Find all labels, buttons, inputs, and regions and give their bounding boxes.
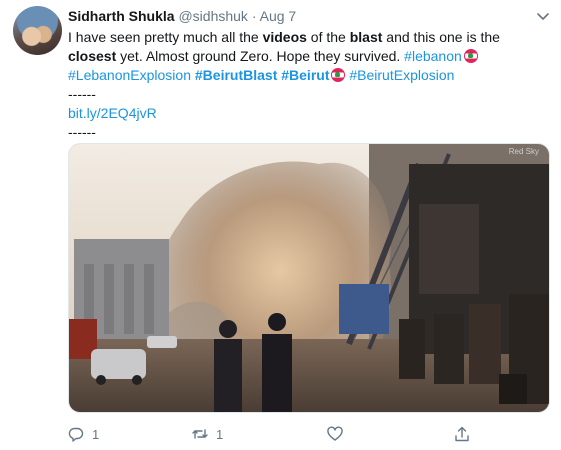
tweet-actions: 1 1: [68, 424, 550, 444]
heart-icon: [327, 426, 343, 441]
lebanon-flag-icon: [331, 68, 346, 82]
author-handle[interactable]: @sidhshuk: [178, 8, 247, 24]
share-button[interactable]: [454, 424, 470, 444]
author-name[interactable]: Sidharth Shukla: [68, 8, 175, 24]
text-segment: yet. Almost ground Zero. Hope they survi…: [116, 48, 405, 64]
like-button[interactable]: [327, 424, 343, 444]
hashtag-beirutexplosion[interactable]: #BeirutExplosion: [349, 67, 454, 83]
divider-line: ------: [68, 86, 96, 102]
hashtag-lebanon[interactable]: #lebanon: [404, 48, 462, 64]
tweet-line-2: closest yet. Almost ground Zero. Hope th…: [68, 47, 538, 66]
tweet: Sidharth Shukla @sidhshuk · Aug 7 I have…: [0, 0, 561, 450]
retweet-button[interactable]: 1: [192, 424, 223, 444]
tweet-link[interactable]: bit.ly/2EQ4jvR: [68, 104, 538, 123]
hashtag-beirut[interactable]: #Beirut: [281, 67, 329, 83]
retweet-count: 1: [216, 426, 224, 442]
chevron-down-icon[interactable]: [536, 9, 550, 23]
retweet-icon: [192, 429, 208, 439]
reply-button[interactable]: 1: [68, 424, 99, 444]
reply-count: 1: [92, 426, 100, 442]
tweet-line-3: #LebanonExplosion #BeirutBlast #Beirut #…: [68, 66, 538, 85]
separator: ·: [251, 8, 257, 24]
text-segment: and this one is the: [382, 29, 500, 45]
video-thumbnail[interactable]: Red Sky: [68, 143, 550, 413]
video-watermark: Red Sky: [509, 147, 539, 156]
hashtag-lebanonexplosion[interactable]: #LebanonExplosion: [68, 67, 191, 83]
text-bold: blast: [349, 29, 383, 45]
lebanon-flag-icon: [463, 49, 478, 63]
reply-icon: [68, 427, 84, 442]
tweet-date[interactable]: Aug 7: [260, 8, 297, 24]
text-bold: videos: [262, 29, 307, 45]
tweet-header: Sidharth Shukla @sidhshuk · Aug 7: [68, 8, 296, 25]
hashtag-beirutblast[interactable]: #BeirutBlast: [195, 67, 277, 83]
text-segment: I have seen pretty much all the: [68, 29, 263, 45]
divider-line: ------: [68, 124, 96, 140]
explosion-scene: Red Sky: [69, 144, 549, 412]
text-segment: of the: [306, 29, 350, 45]
avatar[interactable]: [13, 6, 62, 55]
tweet-line-1: I have seen pretty much all the videos o…: [68, 28, 538, 47]
share-icon: [455, 426, 469, 442]
text-bold: closest: [68, 48, 117, 64]
tweet-text: I have seen pretty much all the videos o…: [68, 28, 538, 142]
